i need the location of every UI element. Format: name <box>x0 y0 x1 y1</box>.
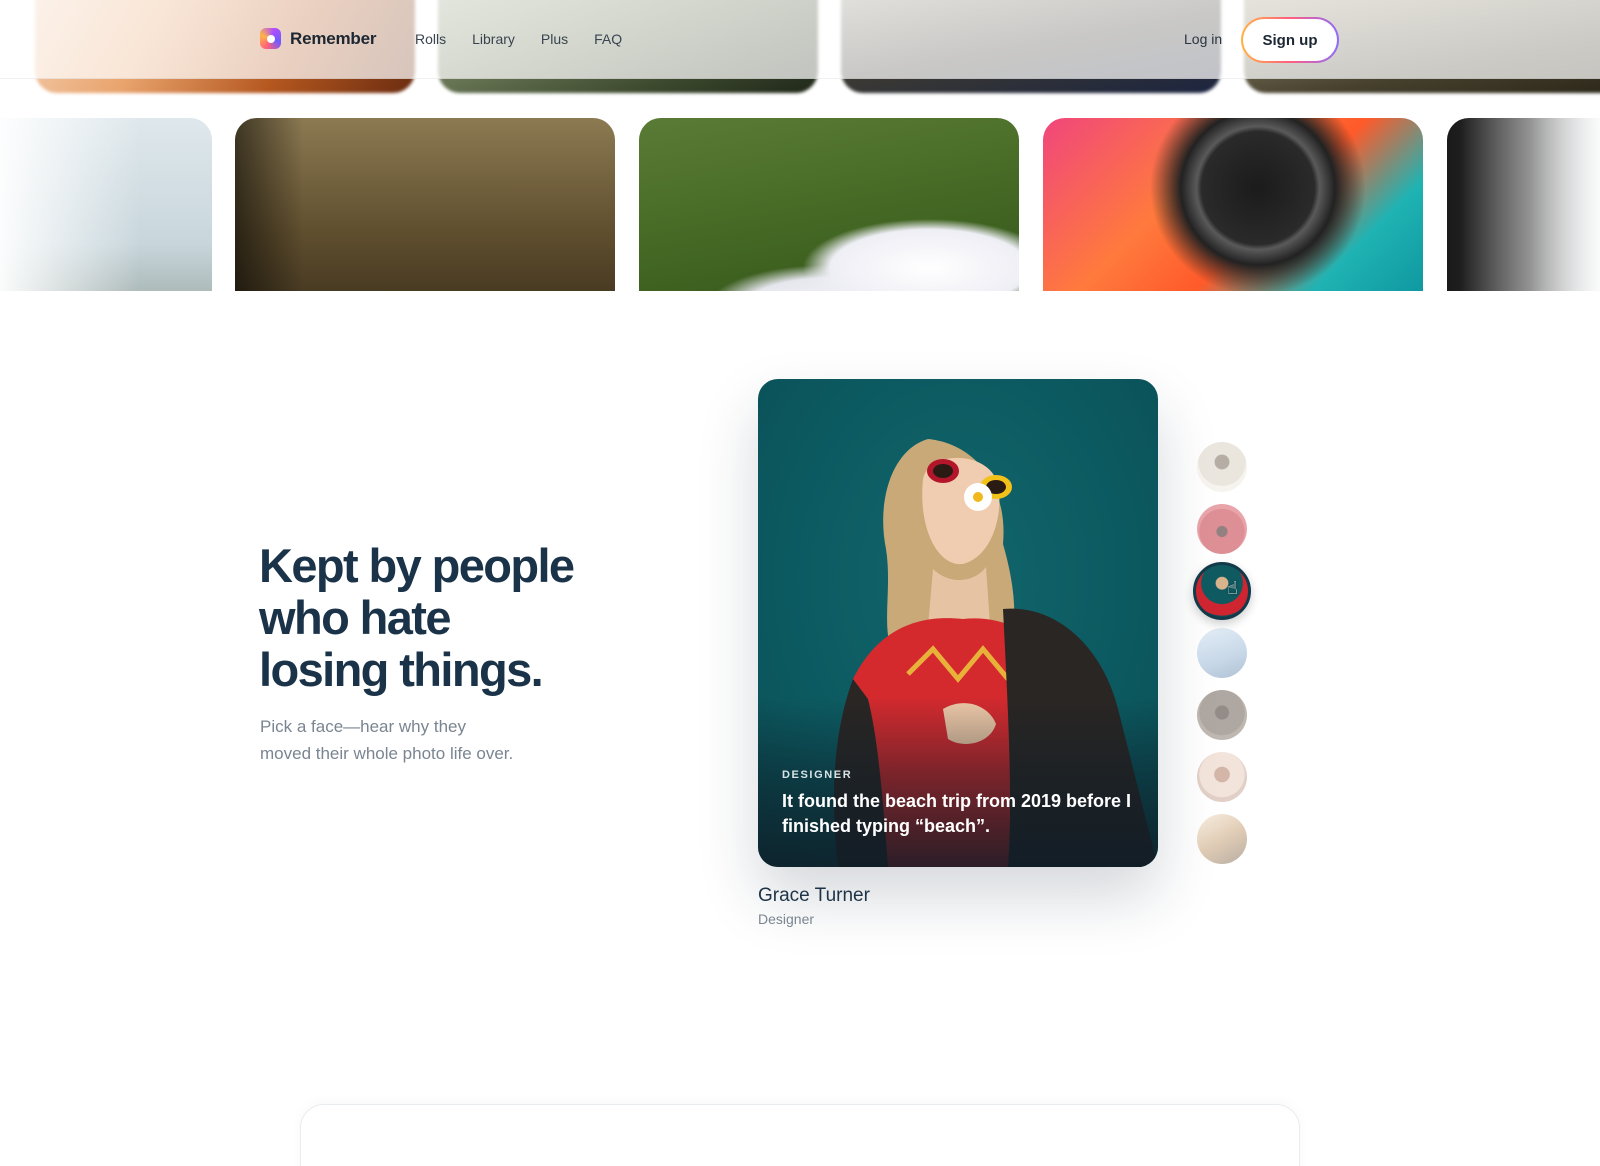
face-avatar[interactable] <box>1197 814 1247 864</box>
person-name: Grace Turner <box>758 885 870 906</box>
brand[interactable]: Remember <box>260 28 376 49</box>
site-header: Remember Rolls Library Plus FAQ Log in S… <box>0 0 1600 79</box>
photo-tile[interactable] <box>235 118 615 291</box>
face-avatar-active[interactable] <box>1193 562 1251 620</box>
photo-strip <box>0 118 1600 291</box>
logo-icon <box>260 28 281 49</box>
section-subline: Pick a face—hear why they moved their wh… <box>260 713 560 767</box>
photo-tile[interactable] <box>1043 118 1423 291</box>
section-headline: Kept by people who hate losing things. <box>259 540 619 696</box>
nav-link-library[interactable]: Library <box>472 31 515 47</box>
nav-link-faq[interactable]: FAQ <box>594 31 622 47</box>
card-overlay <box>758 697 1158 867</box>
face-avatar[interactable] <box>1197 752 1247 802</box>
face-avatar[interactable] <box>1197 628 1247 678</box>
brand-name: Remember <box>290 28 377 48</box>
subline-line: Pick a face—hear why they <box>260 717 466 736</box>
photo-tile[interactable] <box>639 118 1019 291</box>
bottom-panel <box>300 1104 1300 1166</box>
headline-line: losing things. <box>259 643 544 696</box>
headline-line: who hate <box>259 591 451 644</box>
testimonial-card: DESIGNER It found the beach trip from 20… <box>758 379 1158 867</box>
headline-line: Kept by people <box>259 539 575 592</box>
signup-button[interactable]: Sign up <box>1241 17 1339 63</box>
person-role: Designer <box>758 911 815 927</box>
strip-fade-right <box>1460 118 1600 291</box>
testimonial-quote: It found the beach trip from 2019 before… <box>782 791 1132 836</box>
signup-button-label: Sign up <box>1243 19 1337 61</box>
face-avatar[interactable] <box>1197 442 1247 492</box>
face-avatar[interactable] <box>1197 504 1247 554</box>
nav-link-rolls[interactable]: Rolls <box>415 31 446 47</box>
subline-line: moved their whole photo life over. <box>260 744 514 763</box>
pointer-cursor-icon: ☝ <box>1227 578 1238 598</box>
face-avatar[interactable] <box>1197 690 1247 740</box>
card-role-label: DESIGNER <box>782 769 853 781</box>
nav-link-plus[interactable]: Plus <box>541 31 568 47</box>
main-nav: Rolls Library Plus FAQ <box>415 31 648 47</box>
strip-fade-left <box>0 118 140 291</box>
login-link[interactable]: Log in <box>1184 31 1222 47</box>
